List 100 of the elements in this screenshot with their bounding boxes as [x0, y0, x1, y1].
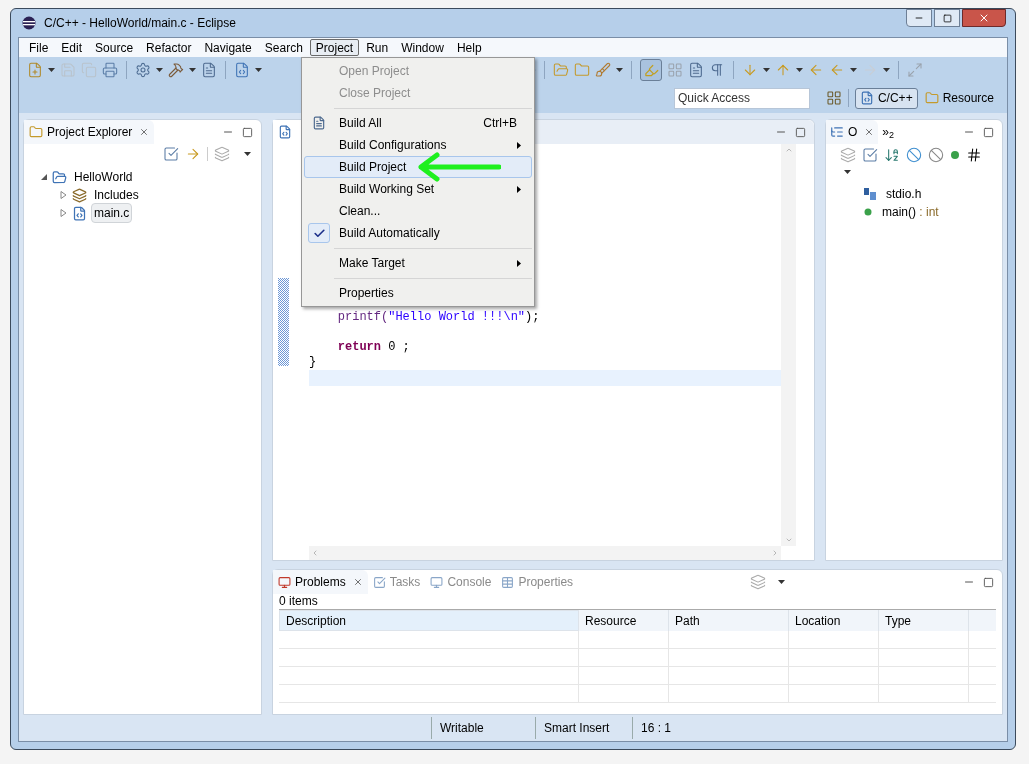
- view-menu-icon[interactable]: [244, 152, 251, 156]
- caret-icon[interactable]: [796, 68, 803, 72]
- view-tab[interactable]: O: [826, 120, 879, 144]
- menu-entry[interactable]: Build Automatically: [304, 222, 532, 244]
- hammer-icon[interactable]: [168, 62, 184, 78]
- group-icon[interactable]: [840, 147, 856, 163]
- print-icon[interactable]: [102, 62, 118, 78]
- hide-static-icon[interactable]: [928, 147, 944, 163]
- caret-icon[interactable]: [850, 68, 857, 72]
- menu-item[interactable]: Search: [258, 39, 309, 56]
- tree-item[interactable]: HelloWorld: [71, 167, 136, 187]
- menu-entry[interactable]: Build Working Set: [304, 178, 532, 200]
- scroll-up-icon[interactable]: [784, 146, 793, 154]
- maximize-icon[interactable]: [983, 126, 994, 138]
- status-field: Smart Insert: [535, 717, 632, 739]
- outline-item[interactable]: stdio.h: [886, 184, 922, 203]
- close-icon[interactable]: [352, 577, 363, 587]
- open-perspective-icon[interactable]: [825, 90, 842, 106]
- submenu-arrow-icon: [517, 185, 521, 193]
- view-menu-icon[interactable]: [844, 170, 851, 174]
- highlighter-toggle[interactable]: [640, 59, 662, 81]
- sort-icon[interactable]: [884, 147, 900, 163]
- settings-icon[interactable]: [135, 62, 151, 78]
- menu-item[interactable]: Project: [309, 39, 360, 56]
- expand-icon[interactable]: [907, 62, 923, 78]
- previous-annotation-icon[interactable]: [775, 62, 791, 78]
- column-header[interactable]: Description: [279, 610, 579, 631]
- maximize-icon[interactable]: [983, 576, 994, 588]
- column-header[interactable]: Path: [669, 610, 789, 631]
- tab-label: O: [848, 124, 858, 141]
- hash-icon[interactable]: [966, 147, 982, 163]
- expand-toggle-icon[interactable]: [40, 173, 48, 181]
- menu-entry[interactable]: Build All Ctrl+B: [304, 112, 532, 134]
- menu-item[interactable]: File: [23, 39, 55, 56]
- maximize-icon[interactable]: [795, 126, 806, 138]
- filter-icon[interactable]: [214, 146, 230, 162]
- menu-item[interactable]: Source: [89, 39, 140, 56]
- maximize-icon[interactable]: [242, 126, 253, 138]
- caret-icon[interactable]: [616, 68, 623, 72]
- view-tab[interactable]: Console: [425, 570, 497, 594]
- menu-item[interactable]: Navigate: [198, 39, 258, 56]
- perspective-button[interactable]: Resource: [919, 87, 999, 109]
- document-icon[interactable]: [688, 62, 704, 78]
- new-class-icon[interactable]: [234, 62, 250, 78]
- view-menu-icon[interactable]: [778, 580, 786, 584]
- column-header[interactable]: Resource: [579, 610, 669, 631]
- close-button[interactable]: [962, 9, 1006, 27]
- hide-fields-icon[interactable]: [906, 147, 922, 163]
- view-tab[interactable]: Project Explorer: [24, 120, 155, 144]
- pilcrow-icon[interactable]: [709, 62, 725, 78]
- horizontal-scrollbar[interactable]: [309, 546, 781, 560]
- menu-item[interactable]: Refactor: [140, 39, 198, 56]
- view-tab[interactable]: Problems: [273, 570, 368, 594]
- minimize-button[interactable]: [906, 9, 932, 27]
- caret-icon[interactable]: [156, 68, 163, 72]
- scroll-left-icon[interactable]: [311, 549, 319, 557]
- collapse-all-icon[interactable]: [163, 146, 179, 162]
- caret-icon[interactable]: [883, 68, 890, 72]
- caret-icon[interactable]: [189, 68, 196, 72]
- collapse-all-icon[interactable]: [862, 147, 878, 163]
- menu-entry[interactable]: Build Project: [304, 156, 532, 178]
- column-header[interactable]: Type: [879, 610, 969, 631]
- folder-icon[interactable]: [574, 62, 590, 78]
- menu-entry[interactable]: Properties: [304, 282, 532, 304]
- binary-file-icon[interactable]: [201, 62, 217, 78]
- link-editor-icon[interactable]: [185, 146, 201, 162]
- new-file-icon[interactable]: [27, 62, 43, 78]
- menu-item[interactable]: Window: [395, 39, 450, 56]
- caret-icon[interactable]: [763, 68, 770, 72]
- column-header[interactable]: Location: [789, 610, 879, 631]
- perspective-button[interactable]: C/C++: [854, 87, 918, 109]
- view-tab[interactable]: Properties: [496, 570, 579, 594]
- menu-entry[interactable]: Make Target: [304, 252, 532, 274]
- quick-access-field[interactable]: Quick Access: [673, 87, 810, 109]
- restore-button[interactable]: [934, 9, 960, 27]
- expand-toggle-icon[interactable]: [60, 191, 68, 199]
- next-annotation-icon[interactable]: [742, 62, 758, 78]
- outline-item[interactable]: main() : int: [882, 202, 939, 221]
- open-folder-icon[interactable]: [553, 62, 569, 78]
- caret-icon[interactable]: [255, 68, 262, 72]
- scroll-right-icon[interactable]: [771, 549, 779, 557]
- tree-item[interactable]: Includes: [91, 185, 142, 205]
- problems-icon: [278, 575, 291, 589]
- brush-icon[interactable]: [595, 62, 611, 78]
- scroll-down-icon[interactable]: [784, 536, 793, 544]
- tree-item[interactable]: main.c: [91, 203, 133, 223]
- close-icon[interactable]: [139, 127, 150, 137]
- filter-icon[interactable]: [750, 574, 767, 590]
- menu-item[interactable]: Run: [360, 39, 395, 56]
- caret-icon[interactable]: [48, 68, 55, 72]
- menu-entry[interactable]: Build Configurations: [304, 134, 532, 156]
- vertical-scrollbar[interactable]: [781, 144, 796, 546]
- close-icon[interactable]: [864, 127, 875, 137]
- block-selection-icon[interactable]: [667, 62, 683, 78]
- menu-item[interactable]: Edit: [55, 39, 89, 56]
- expand-toggle-icon[interactable]: [60, 209, 68, 217]
- dot-icon[interactable]: [950, 150, 960, 160]
- menu-entry[interactable]: Clean...: [304, 200, 532, 222]
- view-tab[interactable]: Tasks: [367, 570, 426, 594]
- menu-item[interactable]: Help: [450, 39, 488, 56]
